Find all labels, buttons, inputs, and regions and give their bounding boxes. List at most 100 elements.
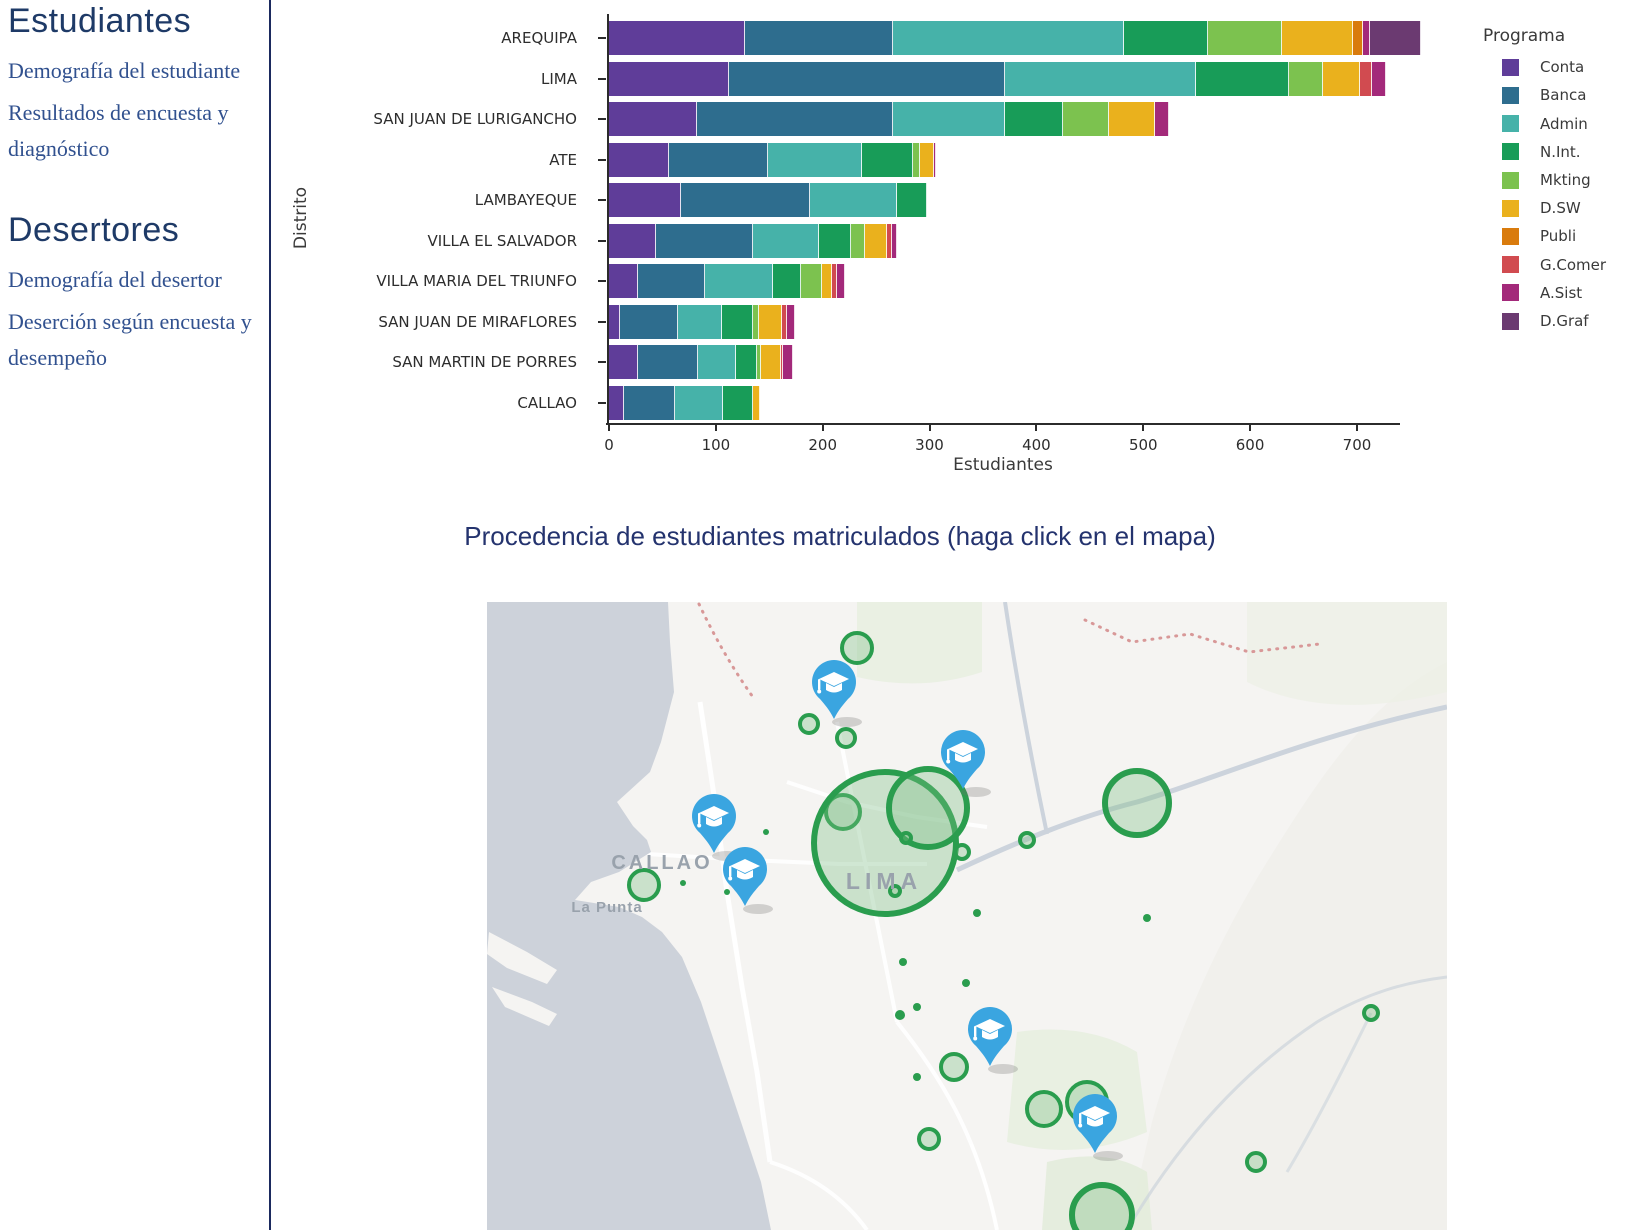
bar-segment[interactable] [638, 264, 705, 298]
bar-segment[interactable] [837, 264, 846, 298]
bar-segment[interactable] [862, 143, 913, 177]
bar-segment[interactable] [1289, 62, 1323, 96]
enrollment-bubble[interactable] [800, 715, 818, 733]
bar-segment[interactable] [783, 345, 793, 379]
bar-segment[interactable] [761, 345, 781, 379]
bar-segment[interactable] [787, 305, 795, 339]
bar-segment[interactable] [723, 386, 753, 420]
bar-segment[interactable] [1005, 62, 1195, 96]
bar-segment[interactable] [609, 21, 745, 55]
bar-segment[interactable] [1323, 62, 1360, 96]
bar-segment[interactable] [609, 224, 656, 258]
bar-segment[interactable] [624, 386, 675, 420]
map[interactable]: CALLAOLa PuntaLIMA [487, 602, 1447, 1230]
bar-segment[interactable] [678, 305, 722, 339]
bar-segment[interactable] [851, 224, 865, 258]
bar-segment[interactable] [681, 183, 810, 217]
enrollment-bubble[interactable] [1072, 1185, 1132, 1230]
enrollment-bubble[interactable] [901, 833, 911, 843]
bar-segment[interactable] [669, 143, 768, 177]
legend-item-asist[interactable]: A.Sist [1502, 284, 1582, 302]
legend-item-banca[interactable]: Banca [1502, 86, 1586, 104]
enrollment-bubble[interactable] [955, 845, 969, 859]
bar-segment[interactable] [920, 143, 934, 177]
bar-segment[interactable] [697, 102, 894, 136]
bar-segment[interactable] [609, 345, 638, 379]
enrollment-bubble[interactable] [919, 1129, 939, 1149]
bar-segment[interactable] [819, 224, 851, 258]
legend-item-dgraf[interactable]: D.Graf [1502, 312, 1589, 330]
bar-segment[interactable] [722, 305, 753, 339]
bar-segment[interactable] [675, 386, 723, 420]
bar-segment[interactable] [1124, 21, 1208, 55]
bar-segment[interactable] [810, 183, 898, 217]
bar-segment[interactable] [1372, 62, 1386, 96]
bar-segment[interactable] [705, 264, 773, 298]
enrollment-bubble[interactable] [842, 633, 872, 663]
enrollment-dot[interactable] [913, 1073, 921, 1081]
enrollment-dot[interactable] [973, 909, 981, 917]
bar-segment[interactable] [865, 224, 886, 258]
enrollment-dot[interactable] [1143, 914, 1151, 922]
lima-map-canvas[interactable]: CALLAOLa PuntaLIMA [487, 602, 1447, 1230]
legend-item-dsw[interactable]: D.SW [1502, 199, 1581, 217]
enrollment-dot[interactable] [895, 1010, 905, 1020]
bar-segment[interactable] [1196, 62, 1289, 96]
legend-item-conta[interactable]: Conta [1502, 58, 1584, 76]
bar-segment[interactable] [745, 21, 894, 55]
enrollment-bubble[interactable] [1027, 1092, 1061, 1126]
bar-segment[interactable] [609, 102, 697, 136]
enrollment-bubble[interactable] [1020, 833, 1034, 847]
bar-segment[interactable] [609, 386, 624, 420]
bar-segment[interactable] [609, 62, 729, 96]
bar-segment[interactable] [893, 102, 1005, 136]
bar-segment[interactable] [729, 62, 1006, 96]
legend-item-mkting[interactable]: Mkting [1502, 171, 1591, 189]
bar-segment[interactable] [822, 264, 833, 298]
bar-segment[interactable] [609, 264, 638, 298]
bar-segment[interactable] [1155, 102, 1169, 136]
bar-segment[interactable] [656, 224, 753, 258]
enrollment-dot[interactable] [962, 979, 970, 987]
bar-segment[interactable] [1282, 21, 1353, 55]
bar-segment[interactable] [1370, 21, 1421, 55]
bar-segment[interactable] [773, 264, 801, 298]
bar-segment[interactable] [892, 224, 897, 258]
bar-segment[interactable] [893, 21, 1124, 55]
legend-item-publi[interactable]: Publi [1502, 227, 1576, 245]
enrollment-dot[interactable] [913, 1003, 921, 1011]
bar-segment[interactable] [1360, 62, 1372, 96]
bar-segment[interactable] [698, 345, 737, 379]
bar-segment[interactable] [753, 386, 759, 420]
enrollment-bubble[interactable] [837, 729, 855, 747]
bar-segment[interactable] [801, 264, 821, 298]
enrollment-dot[interactable] [763, 829, 769, 835]
enrollment-bubble[interactable] [1364, 1006, 1378, 1020]
bar-segment[interactable] [609, 183, 681, 217]
bar-segment[interactable] [609, 305, 620, 339]
bar-segment[interactable] [1063, 102, 1109, 136]
enrollment-bubble[interactable] [629, 870, 659, 900]
bar-segment[interactable] [934, 143, 936, 177]
legend-item-nint[interactable]: N.Int. [1502, 143, 1581, 161]
bar-segment[interactable] [759, 305, 783, 339]
bar-segment[interactable] [609, 143, 669, 177]
enrollment-dot[interactable] [899, 958, 907, 966]
legend-item-admin[interactable]: Admin [1502, 115, 1588, 133]
enrollment-dot[interactable] [680, 880, 686, 886]
bar-segment[interactable] [897, 183, 927, 217]
bar-segment[interactable] [753, 224, 819, 258]
bar-segment[interactable] [1109, 102, 1155, 136]
bar-segment[interactable] [620, 305, 679, 339]
enrollment-bubble[interactable] [941, 1054, 967, 1080]
bar-segment[interactable] [768, 143, 862, 177]
bar-segment[interactable] [1353, 21, 1364, 55]
legend-item-gcomer[interactable]: G.Comer [1502, 256, 1606, 274]
enrollment-dot[interactable] [724, 889, 730, 895]
enrollment-bubble[interactable] [1247, 1153, 1265, 1171]
bar-segment[interactable] [736, 345, 757, 379]
enrollment-bubble[interactable] [1105, 771, 1169, 835]
bar-segment[interactable] [1005, 102, 1063, 136]
bar-segment[interactable] [1208, 21, 1282, 55]
bar-segment[interactable] [638, 345, 698, 379]
